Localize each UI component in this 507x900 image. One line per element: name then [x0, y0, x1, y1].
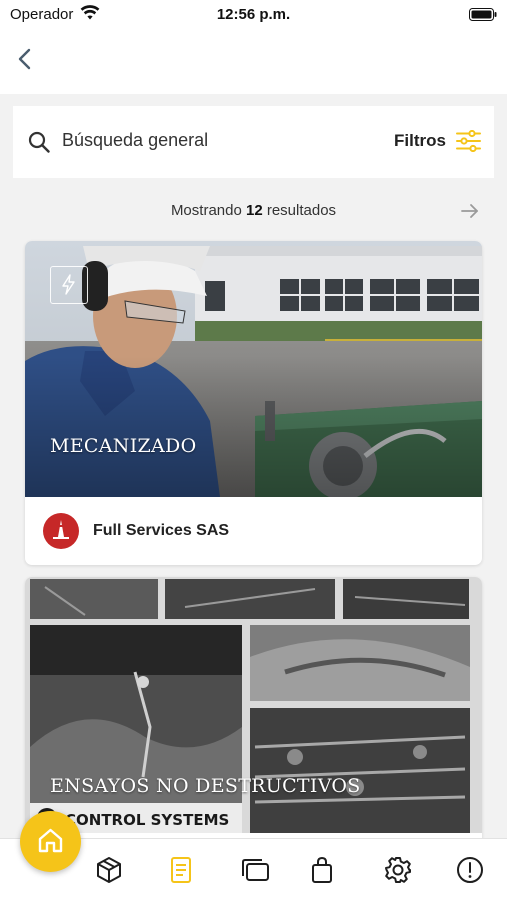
gear-icon[interactable]: [383, 855, 413, 885]
status-time: 12:56 p.m.: [216, 6, 291, 23]
card-image: CONTROL SYSTEMS ENSAYOS NO DESTRUCTIVOS: [25, 577, 482, 833]
card-title: ENSAYOS NO DESTRUCTIVOS: [50, 775, 361, 797]
home-button[interactable]: [20, 811, 81, 872]
battery-icon: [469, 8, 497, 21]
cards-icon[interactable]: [240, 855, 270, 885]
search-input[interactable]: Búsqueda general: [62, 130, 208, 151]
service-card[interactable]: MECANIZADO Full Services SAS: [25, 241, 482, 565]
box-icon[interactable]: [94, 855, 124, 885]
arrow-right-icon[interactable]: [460, 202, 480, 220]
back-chevron-icon[interactable]: [12, 44, 38, 74]
bag-icon[interactable]: [307, 855, 337, 885]
status-bar: Operador 12:56 p.m.: [0, 0, 507, 30]
machining-photo: [25, 241, 482, 497]
results-prefix: Mostrando: [170, 202, 242, 219]
results-suffix: resultados: [266, 202, 337, 219]
document-icon[interactable]: [166, 855, 196, 885]
filters-button[interactable]: Filtros: [394, 131, 446, 151]
search-card: Búsqueda general Filtros: [13, 106, 494, 178]
results-bar: Mostrando 12 resultados: [13, 180, 494, 240]
card-image: MECANIZADO: [25, 241, 482, 497]
alert-icon[interactable]: [455, 855, 485, 885]
collage-company-text: CONTROL SYSTEMS: [65, 811, 229, 829]
company-name: Full Services SAS: [93, 522, 230, 539]
results-count: 12: [245, 202, 263, 219]
nav-bar: [0, 30, 507, 94]
company-row[interactable]: Full Services SAS: [25, 497, 482, 565]
search-icon: [28, 131, 50, 153]
oil-rig-logo-icon: [53, 520, 69, 539]
lightning-badge: [50, 266, 88, 304]
card-title: MECANIZADO: [50, 435, 197, 457]
company-logo: [43, 513, 79, 549]
home-icon: [38, 828, 63, 853]
service-card[interactable]: CONTROL SYSTEMS ENSAYOS NO DESTRUCTIVOS: [25, 577, 482, 877]
lightning-icon: [62, 274, 75, 295]
results-count-text: Mostrando 12 resultados: [13, 202, 494, 219]
filters-icon[interactable]: [456, 130, 481, 152]
